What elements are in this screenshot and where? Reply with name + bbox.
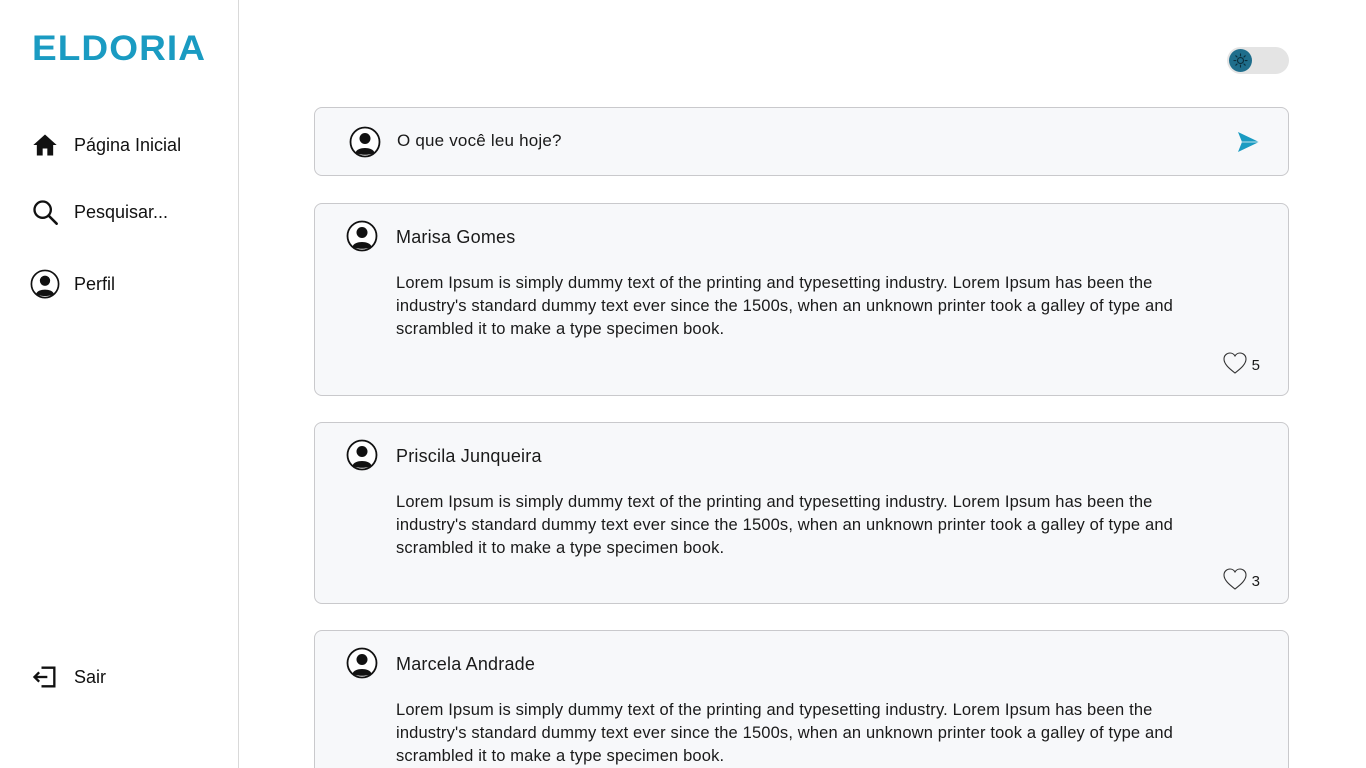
user-circle-icon (30, 269, 60, 299)
avatar[interactable] (346, 439, 378, 471)
like-button[interactable]: 5 (1222, 351, 1260, 380)
svg-text:ELDORIA: ELDORIA (32, 30, 206, 64)
sidebar: ELDORIA Página Inicial Pesquisar... Perf… (0, 0, 239, 768)
eldoria-logo[interactable]: ELDORIA (32, 30, 208, 64)
post-card: Priscila Junqueira Lorem Ipsum is simply… (314, 422, 1289, 604)
logout-icon (30, 662, 60, 692)
avatar (349, 126, 381, 158)
post-text: Lorem Ipsum is simply dummy text of the … (396, 493, 1173, 557)
post-card: Marisa Gomes Lorem Ipsum is simply dummy… (314, 203, 1289, 396)
search-icon (30, 197, 60, 227)
sidebar-item-label: Perfil (74, 273, 116, 294)
logout-button[interactable]: Sair (30, 662, 106, 692)
sidebar-item-label: Pesquisar... (74, 201, 169, 222)
sidebar-item-profile[interactable]: Perfil (30, 269, 115, 299)
logout-label: Sair (74, 666, 107, 687)
avatar[interactable] (346, 647, 378, 679)
post-card: Marcela Andrade Lorem Ipsum is simply du… (314, 630, 1289, 768)
sun-icon (1229, 49, 1252, 72)
sidebar-item-label: Página Inicial (74, 134, 182, 155)
sidebar-item-home[interactable]: Página Inicial (30, 130, 181, 160)
post-author[interactable]: Priscila Junqueira (396, 446, 542, 467)
send-icon[interactable] (1234, 128, 1262, 156)
post-author[interactable]: Marcela Andrade (396, 654, 535, 675)
composer-input[interactable]: O que você leu hoje? (397, 131, 562, 151)
like-count: 3 (1251, 573, 1260, 590)
heart-icon (1222, 567, 1248, 596)
home-icon (30, 130, 60, 160)
heart-icon (1222, 351, 1248, 380)
post-text: Lorem Ipsum is simply dummy text of the … (396, 274, 1173, 338)
sidebar-item-search[interactable]: Pesquisar... (30, 197, 168, 227)
post-text: Lorem Ipsum is simply dummy text of the … (396, 701, 1173, 765)
post-composer[interactable]: O que você leu hoje? (314, 107, 1289, 176)
avatar[interactable] (346, 220, 378, 252)
theme-toggle[interactable] (1227, 47, 1289, 74)
post-author[interactable]: Marisa Gomes (396, 227, 515, 248)
like-button[interactable]: 3 (1222, 567, 1260, 596)
like-count: 5 (1251, 357, 1260, 374)
